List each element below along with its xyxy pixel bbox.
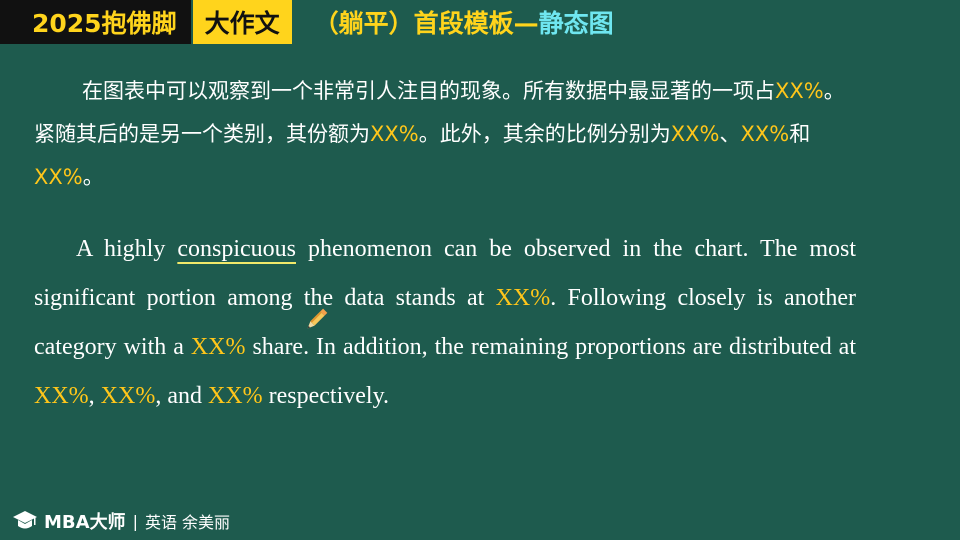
badge-year: 2025抱佛脚 — [0, 0, 191, 44]
slide-title-highlight: 静态图 — [538, 9, 614, 38]
en-placeholder-1: XX% — [495, 285, 551, 311]
title-bar: 2025抱佛脚 大作文 （躺平）首段模板— 静态图 — [0, 0, 614, 44]
cn-placeholder-1: XX% — [775, 79, 824, 103]
cn-placeholder-2: XX% — [370, 122, 419, 146]
graduation-cap-icon — [13, 511, 37, 529]
en-placeholder-4: XX% — [100, 383, 156, 409]
en-text: , — [88, 383, 101, 409]
en-placeholder-2: XX% — [190, 334, 246, 360]
en-placeholder-5: XX% — [207, 383, 263, 409]
en-text: respectively. — [262, 383, 390, 409]
english-paragraph: A highly conspicuous phenomenon can be o… — [34, 225, 856, 421]
footer-brand: MBA大师 — [44, 512, 126, 533]
pen-cursor-icon — [307, 308, 328, 329]
cn-text: 、 — [719, 122, 741, 146]
slide-title: （躺平）首段模板— — [313, 9, 539, 38]
en-text: , and — [155, 383, 208, 409]
underlined-word: conspicuous — [177, 236, 296, 262]
cn-placeholder-4: XX% — [740, 122, 790, 146]
footer: MBA大师 | 英语 余美丽 — [12, 506, 230, 536]
footer-teacher: 英语 余美丽 — [144, 513, 231, 532]
en-placeholder-3: XX% — [34, 383, 89, 409]
chinese-paragraph: 在图表中可以观察到一个非常引人注目的现象。所有数据中最显著的一项占XX%。紧随其… — [34, 70, 864, 199]
footer-separator: | — [132, 511, 138, 531]
cn-text: 在图表中可以观察到一个非常引人注目的现象。所有数据中最显著的一项占 — [82, 79, 775, 103]
badge-type: 大作文 — [192, 0, 292, 44]
en-text: A highly — [76, 236, 178, 262]
cn-text: 。此外，其余的比例分别为 — [418, 122, 671, 146]
cn-text: 和 — [789, 122, 811, 146]
cn-text: 。 — [82, 165, 104, 189]
en-text: share. In addition, the remaining propor… — [245, 334, 856, 360]
cn-placeholder-5: XX% — [34, 165, 83, 189]
cn-placeholder-3: XX% — [670, 122, 720, 146]
